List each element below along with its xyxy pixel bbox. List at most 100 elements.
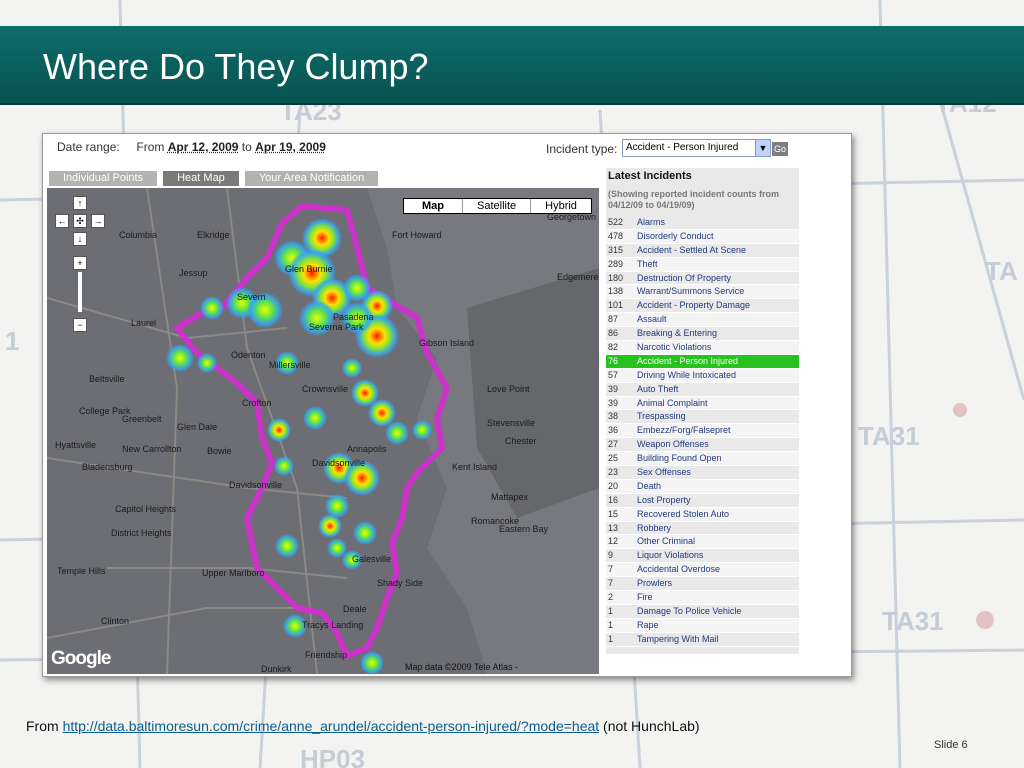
map-type-hybrid[interactable]: Hybrid (530, 199, 591, 213)
map-type-map[interactable]: Map (404, 199, 462, 213)
incident-row[interactable]: 315 Accident - Settled At Scene (606, 244, 799, 258)
zoom-slider[interactable] (78, 272, 82, 312)
incident-label[interactable]: Sex Offenses (637, 466, 799, 479)
incident-label[interactable]: Animal Complaint (637, 397, 799, 410)
incident-count: 9 (608, 550, 614, 561)
place-label: Bladensburg (82, 462, 133, 472)
incident-row[interactable]: 13 Robbery (606, 522, 799, 536)
incident-row[interactable]: 57 Driving While Intoxicated (606, 368, 799, 383)
pan-right-icon[interactable]: → (91, 214, 105, 228)
incident-row[interactable]: 39 Auto Theft (606, 383, 799, 397)
incident-label[interactable]: Weapon Offenses (637, 438, 799, 451)
map-type-satellite[interactable]: Satellite (462, 199, 530, 213)
incident-row[interactable]: 36 Embezz/Forg/Falsepret (606, 424, 799, 439)
incident-label[interactable]: Auto Theft (637, 383, 799, 396)
incident-row[interactable]: 7 Prowlers (606, 577, 799, 592)
place-label: Kent Island (452, 462, 498, 472)
incident-label[interactable]: Narcotic Violations (637, 341, 799, 354)
incident-label[interactable]: Warrant/Summons Service (637, 285, 799, 298)
incident-count: 15 (608, 508, 619, 519)
incident-count: 86 (608, 328, 619, 339)
incident-label[interactable]: Liquor Violations (637, 549, 799, 562)
incident-row[interactable]: 25 Building Found Open (606, 452, 799, 467)
incident-row[interactable]: 86 Breaking & Entering (606, 327, 799, 342)
incident-row[interactable]: 76 Accident - Person Injured (606, 354, 799, 369)
tab-area-notification[interactable]: Your Area Notification (244, 171, 379, 186)
incident-row[interactable]: 12 Other Criminal (606, 535, 799, 550)
incident-label[interactable]: Damage To Police Vehicle (637, 605, 799, 618)
place-label: Crofton (242, 398, 272, 408)
pan-center-icon[interactable]: ✣ (73, 214, 87, 228)
from-date[interactable]: Apr 12, 2009 (168, 140, 239, 154)
pan-down-icon[interactable]: ↓ (73, 232, 87, 246)
incident-label[interactable]: Robbery (637, 522, 799, 535)
incident-row[interactable]: 7 Accidental Overdose (606, 563, 799, 578)
place-label: Capitol Heights (115, 504, 177, 514)
tab-heat-map[interactable]: Heat Map (163, 171, 239, 186)
incident-label[interactable]: Destruction Of Property (637, 272, 799, 285)
incident-row[interactable]: 27 Weapon Offenses (606, 438, 799, 453)
bg-label: 1 (5, 326, 19, 356)
incident-label[interactable]: Driving While Intoxicated (637, 369, 799, 382)
go-button[interactable]: Go (772, 142, 788, 156)
incident-row[interactable]: 82 Narcotic Violations (606, 341, 799, 355)
incident-label[interactable]: Alarms (637, 216, 799, 229)
source-footer: From http://data.baltimoresun.com/crime/… (26, 718, 700, 734)
incident-label[interactable]: Accidental Overdose (637, 563, 799, 576)
source-link[interactable]: http://data.baltimoresun.com/crime/anne_… (63, 718, 600, 734)
incident-label[interactable]: Accident - Settled At Scene (637, 244, 799, 257)
incident-label[interactable]: Prowlers (637, 577, 799, 590)
incident-row[interactable]: 38 Trespassing (606, 410, 799, 425)
incident-label[interactable]: Fire (637, 591, 799, 604)
title-bar: Where Do They Clump? (0, 26, 1024, 105)
zoom-in-icon[interactable]: + (73, 256, 87, 270)
incident-label[interactable]: Breaking & Entering (637, 327, 799, 340)
incident-row[interactable]: 289 Theft (606, 257, 799, 272)
incident-label[interactable]: Embezz/Forg/Falsepret (637, 424, 799, 437)
incident-row[interactable]: 1 Damage To Police Vehicle (606, 605, 799, 619)
incident-row[interactable]: 87 Assault (606, 313, 799, 328)
place-label: Stevensville (487, 418, 536, 428)
incident-label[interactable]: Trespassing (637, 410, 799, 423)
incident-row[interactable]: 16 Lost Property (606, 494, 799, 508)
tab-individual-points[interactable]: Individual Points (49, 171, 158, 186)
pan-up-icon[interactable]: ↑ (73, 196, 87, 210)
incident-label[interactable]: Other Criminal (637, 535, 799, 548)
incident-row[interactable]: 39 Animal Complaint (606, 396, 799, 411)
incident-label[interactable]: Assault (637, 313, 799, 326)
incident-label[interactable]: Accident - Property Damage (637, 299, 799, 312)
incident-type-value: Accident - Person Injured (626, 142, 739, 153)
chevron-down-icon[interactable]: ▼ (755, 140, 770, 156)
place-label: Annapolis (347, 444, 387, 454)
incident-row[interactable]: 180 Destruction Of Property (606, 272, 799, 286)
incident-row[interactable]: 1 Rape (606, 618, 799, 633)
incident-row[interactable]: 138 Warrant/Summons Service (606, 285, 799, 300)
incident-label[interactable]: Lost Property (637, 494, 799, 507)
incident-label[interactable]: Rape (637, 619, 799, 632)
pan-left-icon[interactable]: ← (55, 214, 69, 228)
incident-label[interactable]: Disorderly Conduct (637, 230, 799, 243)
zoom-out-icon[interactable]: − (73, 318, 87, 332)
incident-label[interactable]: Tampering With Mail (637, 633, 799, 646)
incident-row[interactable]: 23 Sex Offenses (606, 466, 799, 480)
incident-label[interactable]: Theft (637, 258, 799, 271)
incident-row[interactable]: 9 Liquor Violations (606, 549, 799, 564)
heat-map[interactable]: Columbia Elkridge Jessup Glen Burnie Sev… (47, 188, 599, 674)
incident-row[interactable]: 101 Accident - Property Damage (606, 299, 799, 314)
incident-label[interactable]: Building Found Open (637, 452, 799, 465)
incident-row[interactable]: 2 Fire (606, 591, 799, 605)
incident-count: 38 (608, 411, 619, 422)
incident-label[interactable]: Death (637, 480, 799, 493)
incident-row[interactable]: 522 Alarms (606, 216, 799, 230)
incident-row[interactable]: 15 Recovered Stolen Auto (606, 507, 799, 522)
footer-suffix: (not HunchLab) (599, 718, 700, 734)
incident-count: 82 (608, 342, 619, 353)
incident-label[interactable]: Recovered Stolen Auto (637, 508, 799, 521)
incident-row[interactable]: 20 Death (606, 479, 799, 494)
incident-count: 57 (608, 369, 619, 380)
to-date[interactable]: Apr 19, 2009 (255, 140, 326, 154)
incident-type-select[interactable]: Accident - Person Injured ▼ (622, 139, 771, 157)
incident-row[interactable]: 1 Tampering With Mail (606, 633, 799, 647)
incident-label[interactable]: Accident - Person Injured (637, 355, 799, 368)
incident-row[interactable]: 478 Disorderly Conduct (606, 229, 799, 244)
